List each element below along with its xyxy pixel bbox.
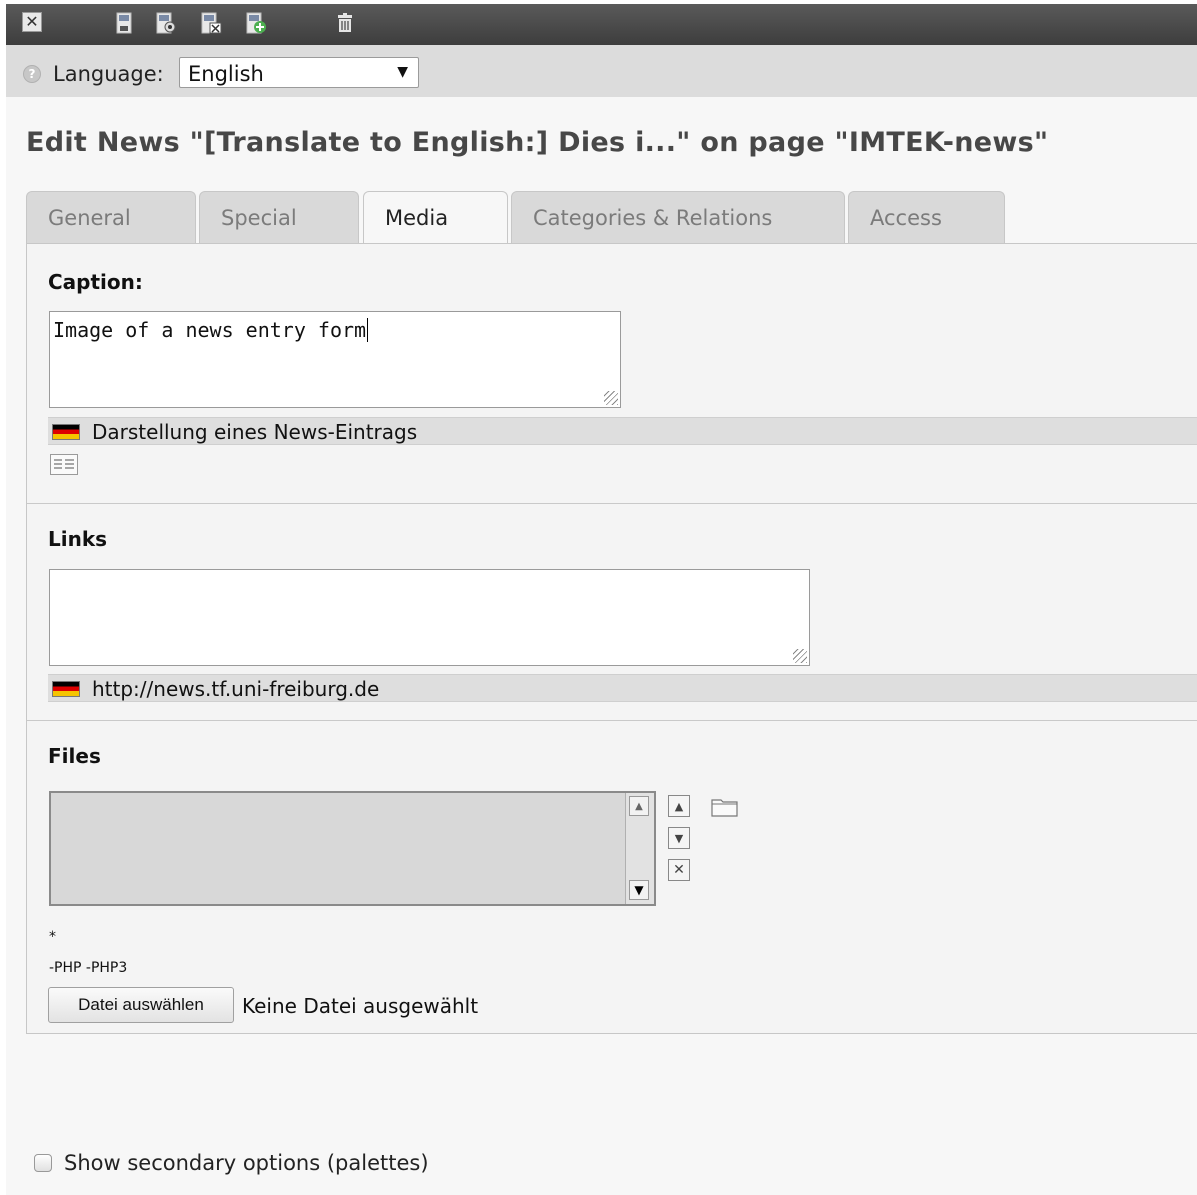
language-select[interactable]: English ▼ xyxy=(179,57,419,88)
delete-icon[interactable] xyxy=(333,10,357,36)
caption-value: Image of a news entry form xyxy=(53,318,367,342)
links-original-bar: http://news.tf.uni-freiburg.de xyxy=(48,674,1197,702)
language-selected-value: English xyxy=(188,62,264,86)
caption-original-bar: Darstellung eines News-Eintrags xyxy=(48,417,1197,445)
text-cursor xyxy=(367,318,369,342)
caption-label: Caption: xyxy=(48,270,143,294)
edit-form-frame: ✕ ? Language: English ▼ Edit News "[Tran… xyxy=(6,4,1197,1195)
toolbar: ✕ xyxy=(6,4,1197,45)
links-label: Links xyxy=(48,527,108,551)
secondary-options-label[interactable]: Show secondary options (palettes) xyxy=(64,1151,429,1175)
close-icon[interactable]: ✕ xyxy=(22,12,42,32)
folder-icon[interactable] xyxy=(711,797,739,821)
language-bar: ? Language: English ▼ xyxy=(6,45,1197,97)
save-and-close-icon[interactable] xyxy=(199,10,223,36)
links-original-text: http://news.tf.uni-freiburg.de xyxy=(92,677,380,701)
tab-special[interactable]: Special xyxy=(199,191,359,243)
tab-categories-relations[interactable]: Categories & Relations xyxy=(511,191,845,243)
tab-content-media: Caption: Image of a news entry form Dars… xyxy=(26,243,1197,1034)
save-and-new-icon[interactable] xyxy=(244,10,268,36)
chevron-down-icon: ▼ xyxy=(397,64,408,80)
tab-label: Media xyxy=(385,206,449,230)
page-title: Edit News "[Translate to English:] Dies … xyxy=(26,127,1049,158)
divider xyxy=(27,720,1197,721)
tab-label: Special xyxy=(221,206,297,230)
tab-label: General xyxy=(48,206,131,230)
move-down-button[interactable]: ▼ xyxy=(668,827,690,849)
tab-media[interactable]: Media xyxy=(363,191,508,245)
german-flag-icon xyxy=(52,681,80,697)
language-label: Language: xyxy=(53,62,164,86)
remove-file-button[interactable]: ✕ xyxy=(668,859,690,881)
save-and-view-icon[interactable] xyxy=(154,10,178,36)
disallowed-file-types: -PHP -PHP3 xyxy=(49,960,128,976)
tab-label: Categories & Relations xyxy=(533,206,773,230)
files-label: Files xyxy=(48,744,101,768)
help-icon[interactable]: ? xyxy=(23,65,41,83)
tab-general[interactable]: General xyxy=(26,191,196,243)
choose-file-button[interactable]: Datei auswählen xyxy=(48,987,234,1023)
tab-access[interactable]: Access xyxy=(848,191,1005,243)
caption-textarea[interactable]: Image of a news entry form xyxy=(49,311,621,408)
german-flag-icon xyxy=(52,424,80,440)
move-up-button[interactable]: ▲ xyxy=(668,795,690,817)
save-icon[interactable] xyxy=(112,10,136,36)
files-list[interactable]: ▲ ▼ xyxy=(49,791,656,906)
file-status-text: Keine Datei ausgewählt xyxy=(242,994,479,1018)
scroll-down-icon[interactable]: ▼ xyxy=(629,880,649,900)
secondary-options-checkbox[interactable] xyxy=(34,1154,52,1172)
allowed-file-types: * xyxy=(49,929,56,945)
resize-grip-icon[interactable] xyxy=(604,391,618,405)
tab-label: Access xyxy=(870,206,942,230)
links-textarea[interactable] xyxy=(49,569,810,666)
scroll-up-icon[interactable]: ▲ xyxy=(629,796,649,816)
resize-grip-icon[interactable] xyxy=(793,649,807,663)
palette-icon[interactable] xyxy=(50,454,78,475)
divider xyxy=(27,503,1197,504)
files-scrollbar[interactable]: ▲ ▼ xyxy=(625,793,654,904)
caption-original-text: Darstellung eines News-Eintrags xyxy=(92,420,418,444)
